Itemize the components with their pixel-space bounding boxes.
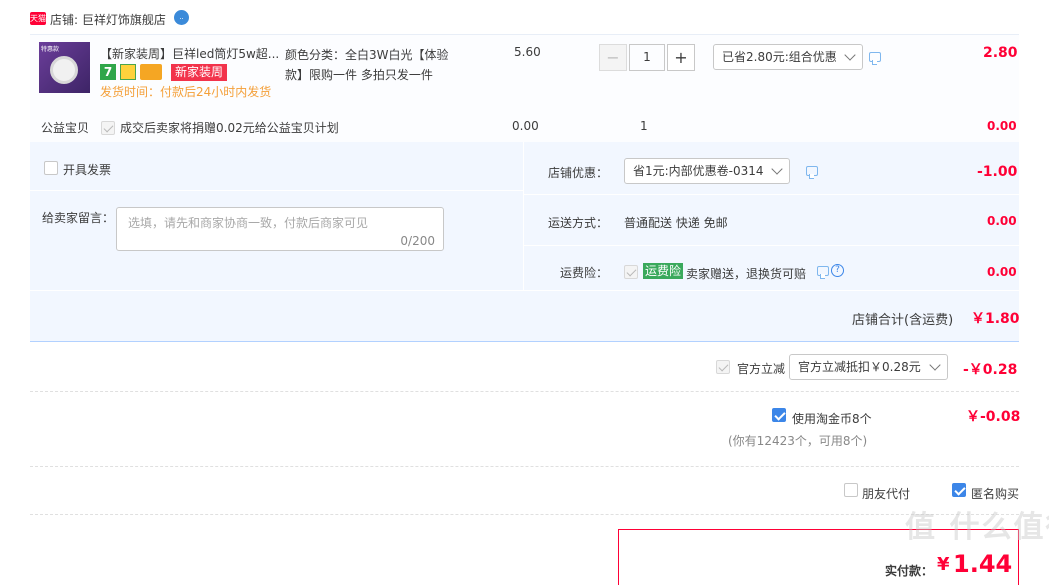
official-discount-checkbox[interactable] (716, 360, 730, 374)
shop-discount-select-value: 省1元:内部优惠卷-0314 (633, 164, 764, 178)
charity-text: 成交后卖家将捐赠0.02元给公益宝贝计划 (120, 121, 339, 135)
chevron-down-icon (844, 49, 856, 61)
promo-tag: 新家装周 (171, 64, 228, 81)
message-label: 给卖家留言： (42, 211, 115, 225)
shop-name-link[interactable]: 店铺: 巨祥灯饰旗舰店 (50, 11, 166, 28)
product-thumbnail[interactable]: 特惠款 (39, 42, 90, 93)
insurance-tag: 运费险 (643, 263, 684, 279)
shop-total-value: ￥1.80 (971, 311, 1020, 327)
message-textarea[interactable]: 选填，请先和商家协商一致，付款后商家可见 0/200 (116, 207, 444, 251)
coins-checkbox[interactable] (772, 408, 786, 422)
help-icon[interactable]: ? (831, 264, 844, 277)
insurance-checkbox[interactable] (624, 265, 638, 279)
product-spec: 颜色分类：全白3W白光【体验款】限购一件 多拍只发一件 (285, 48, 449, 82)
coins-note: (你有12423个，可用8个) (728, 434, 868, 448)
official-discount-select[interactable]: 官方立减抵扣￥0.28元 (789, 354, 948, 380)
chevron-down-icon (771, 163, 783, 175)
shipping-method: 普通配送 快递 免邮 (624, 216, 728, 230)
charity-checkbox[interactable] (101, 121, 115, 135)
shop-discount-info-icon[interactable] (806, 166, 818, 179)
shop-total-label: 店铺合计(含运费) (852, 313, 954, 328)
shop-header: 天猫 店铺: 巨祥灯饰旗舰店 .. (30, 10, 430, 28)
qty-input[interactable]: 1 (629, 44, 665, 71)
panel-row-divider (30, 190, 523, 191)
ship-time: 发货时间：付款后24小时内发货 (100, 85, 272, 99)
pay-currency: ¥ (937, 554, 950, 575)
qty-minus-button[interactable]: − (599, 44, 627, 71)
official-discount-select-value: 官方立减抵扣￥0.28元 (798, 360, 921, 374)
insurance-value: 0.00 (987, 265, 1017, 279)
coins-value: ￥-0.08 (966, 409, 1021, 425)
divider (30, 466, 1019, 467)
shipping-value: 0.00 (987, 214, 1017, 228)
official-discount-label: 官方立减 (737, 362, 786, 376)
discount-info-icon[interactable] (869, 52, 881, 65)
item-discount-select-value: 已省2.80元:组合优惠 (722, 50, 837, 64)
anonymous-checkbox[interactable] (952, 483, 966, 497)
card-pay-icon (140, 64, 162, 80)
anonymous-label: 匿名购买 (971, 487, 1020, 501)
shipping-label: 运送方式： (548, 216, 609, 230)
tmall-badge-icon: 天猫 (30, 12, 46, 25)
item-subtotal: 2.80 (983, 45, 1018, 61)
charity-subtotal: 0.00 (987, 119, 1017, 133)
panel-divider (523, 142, 524, 290)
shop-discount-label: 店铺优惠： (548, 166, 609, 180)
guarantee-icon (120, 64, 136, 80)
panel-row-divider (524, 245, 1019, 246)
product-title-link[interactable]: 【新家装周】巨祥led筒灯5w超... (100, 45, 279, 62)
message-placeholder: 选填，请先和商家协商一致，付款后商家可见 (128, 216, 369, 230)
insurance-chat-icon[interactable] (817, 266, 829, 279)
shop-discount-value: -1.00 (977, 164, 1018, 180)
panel-row-divider (524, 194, 1019, 195)
unit-price: 5.60 (514, 45, 541, 59)
seven-day-return-icon: 7 (100, 64, 116, 80)
chevron-down-icon (929, 359, 941, 371)
divider (30, 391, 1019, 392)
shop-discount-select[interactable]: 省1元:内部优惠卷-0314 (624, 158, 790, 184)
panel-row-divider (30, 290, 1019, 291)
thumbnail-caption: 特惠款 (41, 46, 60, 53)
invoice-checkbox[interactable] (44, 161, 58, 175)
friend-pay-checkbox[interactable] (844, 483, 858, 497)
insurance-text: 卖家赠送，退换货可赔 (686, 267, 807, 281)
qty-plus-button[interactable]: + (667, 44, 695, 71)
divider (30, 514, 1019, 515)
insurance-label: 运费险： (560, 266, 609, 280)
lamp-icon (50, 56, 78, 84)
watermark: 值 什么值得买 (905, 510, 1049, 545)
coins-label: 使用淘金币8个 (792, 412, 872, 426)
charity-price: 0.00 (512, 119, 539, 133)
pay-value: 1.44 (953, 550, 1013, 578)
official-discount-value: -￥0.28 (963, 362, 1018, 378)
quantity-stepper: − 1 + (599, 44, 695, 71)
invoice-label: 开具发票 (63, 163, 112, 177)
message-counter: 0/200 (400, 234, 435, 248)
friend-pay-label: 朋友代付 (862, 487, 911, 501)
pay-label: 实付款： (885, 564, 934, 578)
wangwang-chat-icon[interactable]: .. (174, 10, 189, 25)
item-discount-select[interactable]: 已省2.80元:组合优惠 (713, 44, 863, 70)
charity-label: 公益宝贝 (41, 121, 90, 135)
charity-qty: 1 (640, 119, 648, 133)
